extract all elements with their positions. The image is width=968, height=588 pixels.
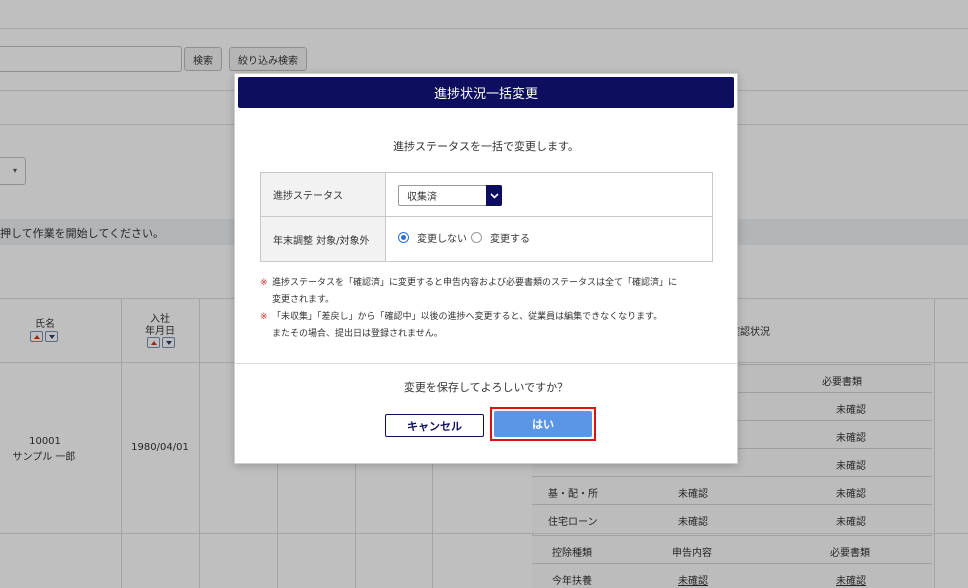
status-select-value: 収集済 — [407, 192, 437, 203]
status-label: 進捗ステータス — [261, 173, 386, 216]
note-mark: ※ — [260, 278, 268, 288]
note-1: ※ 進捗ステータスを「確認済」に変更すると申告内容および必要書類のステータスは全… — [260, 275, 720, 309]
divider — [235, 363, 737, 364]
form-row-status: 進捗ステータス 収集済 — [261, 173, 712, 217]
year-end-label: 年末調整 対象/対象外 — [261, 217, 386, 261]
radio-change[interactable] — [471, 232, 482, 243]
radio-change-label[interactable]: 変更する — [490, 230, 530, 245]
radio-no-change-label[interactable]: 変更しない — [417, 230, 467, 245]
yes-button-highlight: はい — [490, 407, 596, 441]
dialog-title: 進捗状況一括変更 — [238, 77, 734, 108]
note-2-line-1: 「未収集」「差戻し」から「確認中」以後の進捗へ変更すると、従業員は編集できなくな… — [272, 312, 663, 322]
note-1-line-2: 変更されます。 — [272, 295, 335, 305]
dialog-description: 進捗ステータスを一括で変更します。 — [393, 140, 579, 153]
notes: ※ 進捗ステータスを「確認済」に変更すると申告内容および必要書類のステータスは全… — [260, 275, 720, 343]
note-2: ※ 「未収集」「差戻し」から「確認中」以後の進捗へ変更すると、従業員は編集できな… — [260, 309, 720, 343]
yes-button[interactable]: はい — [494, 411, 592, 437]
confirm-question: 変更を保存してよろしいですか？ — [403, 381, 569, 394]
note-mark: ※ — [260, 312, 268, 322]
form-row-year-end: 年末調整 対象/対象外 変更しない 変更する — [261, 217, 712, 261]
note-1-line-1: 進捗ステータスを「確認済」に変更すると申告内容および必要書類のステータスは全て「… — [272, 278, 678, 288]
chevron-down-icon[interactable] — [486, 185, 502, 206]
bulk-progress-change-dialog: 進捗状況一括変更 進捗ステータスを一括で変更します。 進捗ステータス 収集済 年… — [234, 73, 738, 464]
radio-no-change[interactable] — [398, 232, 409, 243]
year-end-radio-group: 変更しない 変更する — [398, 230, 534, 245]
note-2-line-2: またその場合、提出日は登録されません。 — [272, 329, 443, 339]
status-select[interactable]: 収集済 — [398, 185, 502, 206]
cancel-button[interactable]: キャンセル — [385, 414, 484, 437]
form-table: 進捗ステータス 収集済 年末調整 対象/対象外 変更しない 変更する — [260, 172, 713, 262]
